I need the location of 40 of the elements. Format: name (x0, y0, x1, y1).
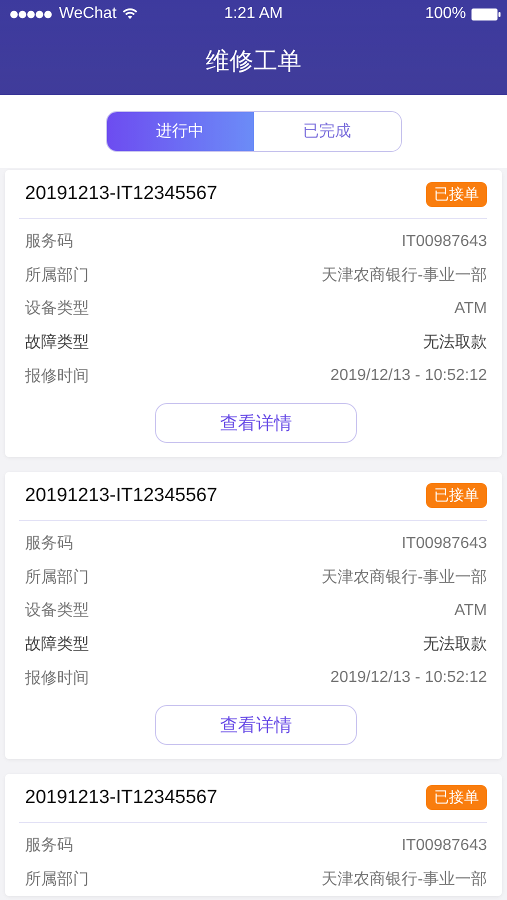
battery-icon (471, 8, 501, 20)
field-label: 所属部门 (25, 870, 89, 890)
order-number: 20191213-IT12345567 (25, 484, 218, 507)
field-value: 天津农商银行-事业一部 (322, 568, 487, 588)
details-button[interactable]: 查看详情 (155, 704, 357, 745)
field-value: ATM (454, 602, 487, 620)
tab[interactable]: 进行中 (106, 112, 254, 151)
field-value: 天津农商银行-事业一部 (322, 870, 487, 890)
field-label: 故障类型 (25, 332, 89, 354)
field-value: 无法取款 (423, 332, 487, 354)
field-label: 所属部门 (25, 568, 89, 588)
details-button[interactable]: 查看详情 (155, 402, 357, 443)
field-value: IT00987643 (402, 232, 487, 251)
carrier-text: WeChat (59, 5, 117, 23)
field-label: 服务码 (25, 836, 73, 856)
status-badge: 已接单 (426, 182, 487, 206)
field-label: 报修时间 (25, 668, 89, 689)
field-label: 所属部门 (25, 266, 89, 286)
field-value: 2019/12/13 - 10:52:12 (330, 367, 487, 386)
field-value: 2019/12/13 - 10:52:12 (330, 669, 487, 688)
field-label: 服务码 (25, 232, 73, 252)
order-number: 20191213-IT12345567 (25, 786, 218, 809)
field-value: IT00987643 (402, 534, 487, 553)
status-badge: 已接单 (426, 483, 487, 508)
field-label: 故障类型 (25, 634, 89, 656)
wifi-icon (122, 8, 138, 20)
status-badge: 已接单 (426, 785, 487, 810)
field-value: IT00987643 (402, 836, 487, 855)
field-label: 设备类型 (25, 600, 89, 622)
field-value: ATM (454, 300, 487, 318)
field-label: 服务码 (25, 534, 73, 554)
page-title: 维修工单 (204, 47, 302, 77)
field-value: 天津农商银行-事业一部 (322, 266, 487, 286)
clock-text: 1:21 AM (224, 5, 283, 23)
battery-text: 100% (425, 5, 466, 23)
order-number: 20191213-IT12345567 (25, 183, 218, 205)
signal-icon (10, 10, 54, 18)
field-value: 无法取款 (423, 634, 487, 656)
field-label: 设备类型 (25, 298, 89, 320)
field-label: 报修时间 (25, 366, 89, 387)
